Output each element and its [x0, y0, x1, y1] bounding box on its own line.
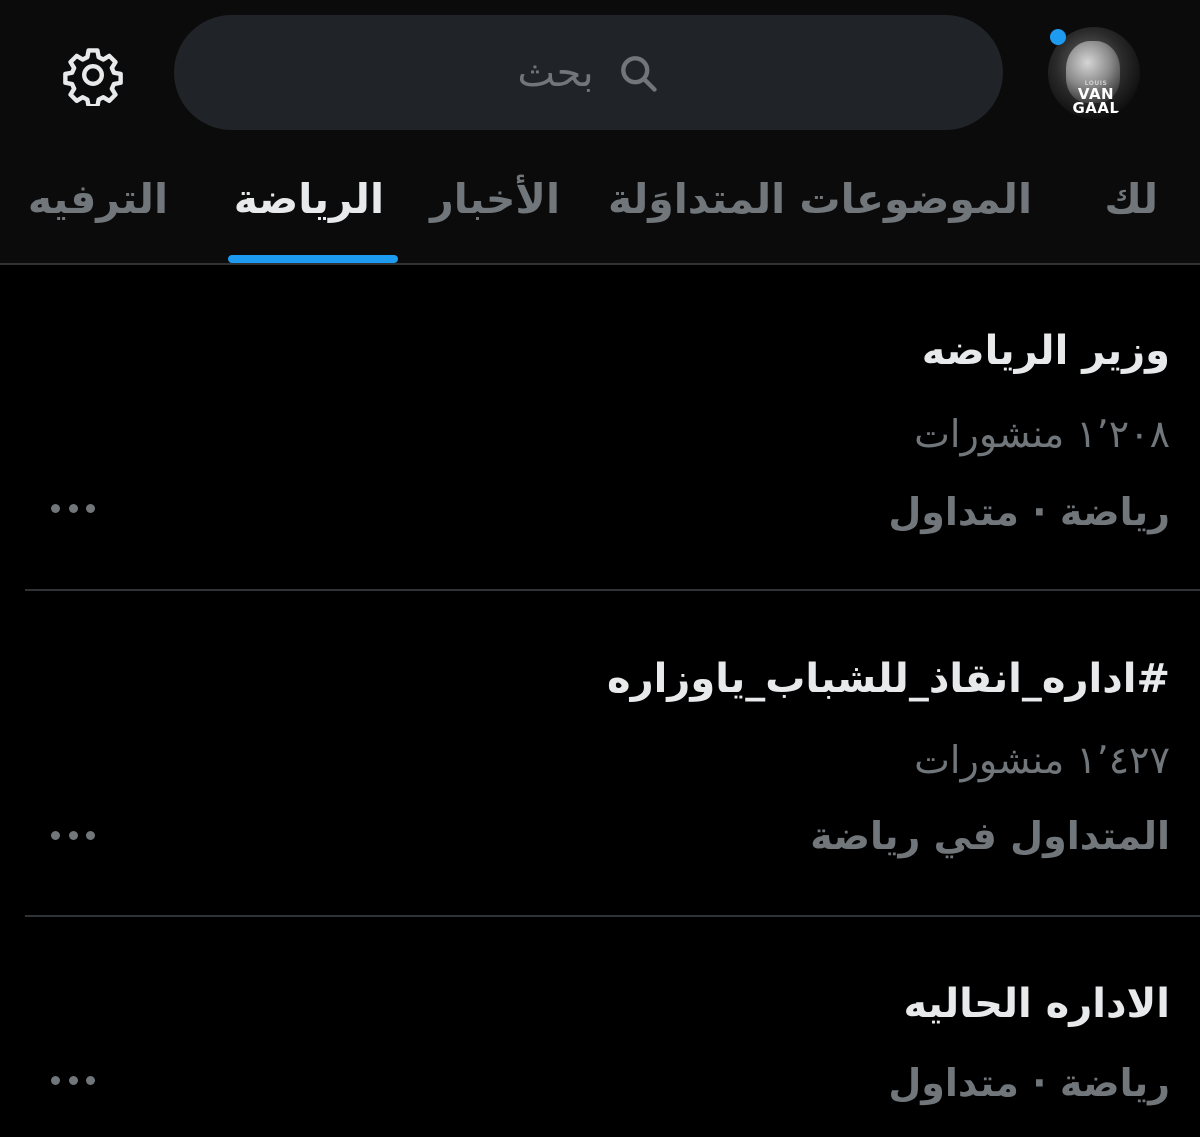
trend-post-count: ١٬٢٠٨ منشورات [914, 412, 1170, 456]
tab-trending[interactable]: الموضوعات المتداوَلة [608, 175, 1032, 223]
trend-context: رياضة · متداول [888, 490, 1170, 534]
dot-icon [51, 1075, 60, 1085]
dot-icon [51, 503, 60, 513]
trend-context: المتداول في رياضة [810, 814, 1170, 858]
dot-icon [51, 830, 60, 840]
trend-title: الاداره الحاليه [903, 981, 1170, 1027]
more-options-button[interactable] [51, 498, 95, 518]
dot-icon [68, 503, 78, 513]
gear-icon [63, 48, 123, 106]
profile-avatar-button[interactable]: LOUIS VAN GAAL [1048, 27, 1140, 119]
trend-post-count: ١٬٤٢٧ منشورات [914, 738, 1170, 782]
trend-title: #اداره_انقاذ_للشباب_ياوزاره [606, 656, 1170, 702]
top-header: بحث LOUIS VAN GAAL لك الموضوعات المتداوَ… [0, 0, 1200, 265]
dot-icon [86, 1075, 95, 1085]
search-input[interactable]: بحث [174, 15, 1003, 130]
dot-icon [68, 830, 78, 840]
divider [25, 915, 1200, 917]
search-icon [620, 55, 657, 92]
more-options-button[interactable] [51, 825, 95, 845]
dot-icon [86, 503, 95, 513]
dot-icon [68, 1075, 78, 1085]
trend-title: وزير الرياضه [921, 328, 1170, 374]
active-tab-indicator [228, 255, 398, 263]
notification-dot [1050, 29, 1066, 45]
dot-icon [86, 830, 95, 840]
trend-item[interactable]: وزير الرياضه ١٬٢٠٨ منشورات رياضة · متداو… [25, 320, 1200, 570]
avatar-caption-main: VAN GAAL [1072, 85, 1120, 117]
trend-context: رياضة · متداول [888, 1061, 1170, 1105]
search-placeholder: بحث [517, 49, 594, 96]
avatar-caption: LOUIS VAN GAAL [1056, 80, 1136, 117]
trend-item[interactable]: الاداره الحاليه رياضة · متداول [25, 975, 1200, 1125]
more-options-button[interactable] [51, 1070, 95, 1090]
trend-item[interactable]: #اداره_انقاذ_للشباب_ياوزاره ١٬٤٢٧ منشورا… [25, 648, 1200, 898]
tab-entertainment[interactable]: الترفيه [28, 175, 168, 223]
tab-bar: لك الموضوعات المتداوَلة الأخبار الرياضة … [0, 145, 1200, 263]
tab-for-you[interactable]: لك [1104, 175, 1158, 223]
settings-button[interactable] [58, 40, 128, 110]
divider [25, 589, 1200, 591]
tab-news[interactable]: الأخبار [430, 175, 560, 223]
tab-sports[interactable]: الرياضة [234, 175, 384, 223]
